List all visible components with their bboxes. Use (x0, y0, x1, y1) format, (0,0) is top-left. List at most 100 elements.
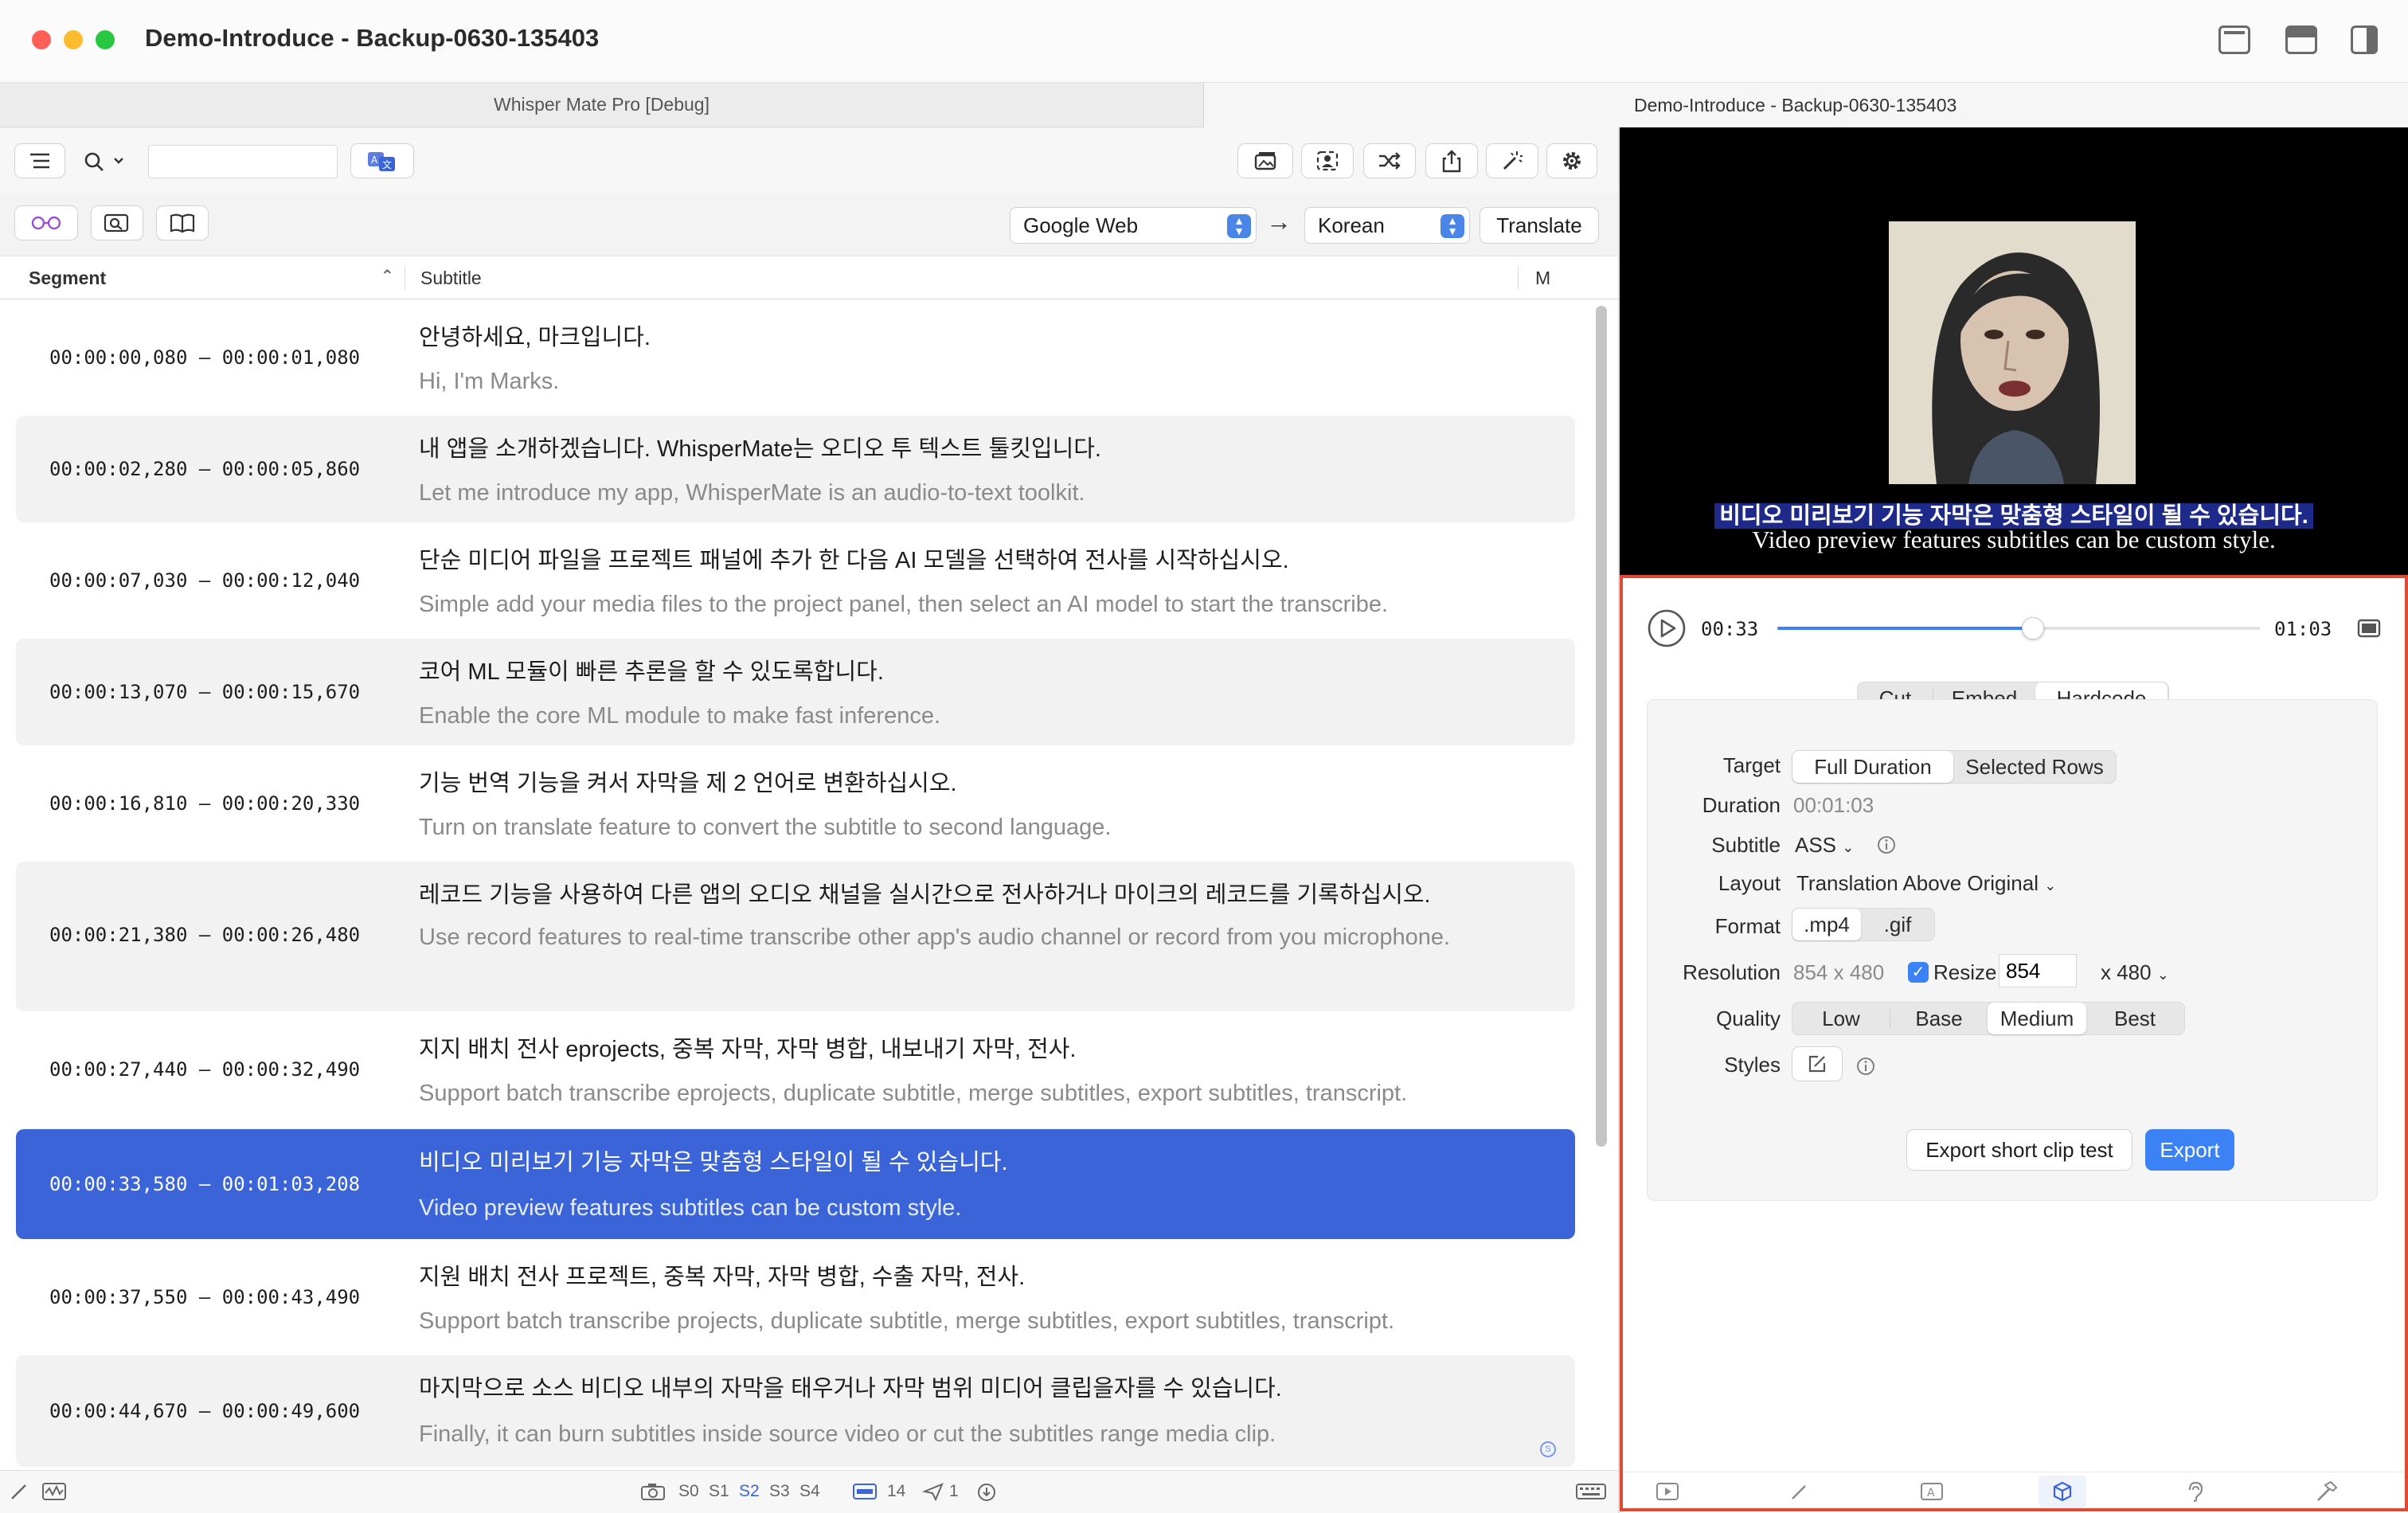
chevron-updown-icon: ▲ ▼ (1440, 214, 1464, 238)
speaker-detect-button[interactable] (1301, 143, 1354, 178)
table-row[interactable]: 00:00:16,810 – 00:00:20,330 기능 번역 기능을 켜서… (16, 750, 1575, 857)
magic-button[interactable] (1486, 143, 1538, 178)
sidebar-toggle-button[interactable] (14, 143, 65, 178)
sidebar-right-icon[interactable] (2351, 25, 2378, 54)
resize-checkbox[interactable]: ✓ (1908, 962, 1929, 983)
zoom-window-button[interactable] (96, 30, 115, 49)
share-button[interactable] (1425, 143, 1478, 178)
seek-slider[interactable] (1777, 617, 2260, 639)
table-row[interactable]: 00:00:13,070 – 00:00:15,670 코어 ML 모듈이 빠른… (16, 639, 1575, 745)
table-scrollbar[interactable] (1596, 306, 1607, 1147)
quality-low[interactable]: Low (1792, 1003, 1890, 1034)
keyboard-icon[interactable] (1575, 1482, 1607, 1501)
table-row[interactable]: 00:00:21,380 – 00:00:26,480 레코드 기능을 사용하여… (16, 862, 1575, 1011)
fullscreen-icon[interactable] (2357, 618, 2381, 639)
table-row[interactable]: 00:00:37,550 – 00:00:43,490 지원 배치 전사 프로젝… (16, 1244, 1575, 1351)
segment-time: 00:00:07,030 – 00:00:12,040 (49, 569, 361, 592)
pencil-icon[interactable] (10, 1482, 29, 1501)
close-window-button[interactable] (32, 30, 51, 49)
table-row[interactable]: 00:00:00,080 – 00:00:01,080 안녕하세요, 마크입니다… (16, 304, 1575, 411)
speaker-filter-s0[interactable]: S0 (678, 1482, 699, 1501)
translate-button[interactable]: Translate (1480, 207, 1599, 244)
text-box-icon: A (1921, 1483, 1943, 1500)
translate-toggle-button[interactable]: A文 (350, 143, 414, 178)
search-input[interactable] (148, 145, 338, 178)
table-row[interactable]: 00:00:44,670 – 00:00:49,600 마지막으로 소스 비디오… (16, 1355, 1575, 1467)
subtitle-format-select[interactable]: ASS ⌄ (1795, 833, 1854, 858)
tab-preview[interactable] (1644, 1476, 1691, 1507)
format-mp4[interactable]: .mp4 (1792, 909, 1861, 940)
translation-engine-select[interactable]: Google Web ▲ ▼ (1010, 207, 1257, 244)
tab-export[interactable] (2039, 1476, 2086, 1507)
target-full-duration[interactable]: Full Duration (1792, 751, 1953, 783)
target-language-value: Korean (1318, 213, 1385, 237)
speaker-filter-s3[interactable]: S3 (769, 1482, 790, 1501)
tab-speech[interactable] (2171, 1476, 2218, 1507)
target-selected-rows[interactable]: Selected Rows (1953, 751, 2116, 783)
layout-select[interactable]: Translation Above Original ⌄ (1796, 871, 2056, 896)
resolution-label: Resolution (1683, 960, 1781, 984)
tab-edit[interactable] (1776, 1476, 1824, 1507)
info-icon[interactable] (1876, 835, 1897, 855)
main-toolbar: A文 (0, 127, 1618, 193)
hammer-icon (2317, 1480, 2338, 1501)
download-circle-icon[interactable] (976, 1482, 997, 1503)
subtitle-original: 단순 미디어 파일을 프로젝트 패널에 추가 한 다음 AI 모델을 선택하여 … (419, 548, 1289, 573)
search-scope-button[interactable] (83, 150, 129, 174)
segment-time: 00:00:27,440 – 00:00:32,490 (49, 1058, 361, 1081)
export-short-clip-test-button[interactable]: Export short clip test (1906, 1129, 2132, 1171)
tab-project[interactable]: Demo-Introduce - Backup-0630-135403 (1204, 83, 2408, 127)
subtitle-translation: Use record features to real-time transcr… (419, 925, 1451, 950)
find-replace-button[interactable] (91, 205, 143, 240)
resize-width-input[interactable] (1999, 954, 2077, 987)
glasses-icon (31, 216, 61, 230)
resize-height-select[interactable]: x 480 ⌄ (2101, 960, 2169, 985)
window-layout-icon[interactable] (2218, 25, 2250, 54)
quality-base[interactable]: Base (1890, 1003, 1988, 1034)
shuffle-button[interactable] (1363, 143, 1416, 178)
column-header-segment[interactable]: Segment (29, 256, 106, 299)
tab-tools[interactable] (2303, 1476, 2351, 1507)
speaker-filter-s2[interactable]: S2 (739, 1482, 760, 1501)
quality-medium[interactable]: Medium (1988, 1003, 2086, 1034)
settings-button[interactable] (1546, 143, 1597, 178)
resize-label: Resize (1933, 960, 1997, 984)
table-row[interactable]: 00:00:02,280 – 00:00:05,860 내 앱을 소개하겠습니다… (16, 416, 1575, 522)
quality-best[interactable]: Best (2086, 1003, 2183, 1034)
panel-top-icon[interactable] (2285, 25, 2317, 54)
speaker-filter-s4[interactable]: S4 (799, 1482, 820, 1501)
target-language-select[interactable]: Korean ▲ ▼ (1304, 207, 1470, 244)
minimize-window-button[interactable] (64, 30, 83, 49)
quality-label: Quality (1716, 1007, 1781, 1030)
book-icon (170, 213, 195, 233)
segment-time: 00:00:37,550 – 00:00:43,490 (49, 1286, 361, 1308)
info-icon[interactable] (1855, 1056, 1876, 1077)
translation-engine-value: Google Web (1023, 213, 1139, 237)
camera-icon[interactable] (640, 1482, 666, 1501)
subtitle-count: 14 (887, 1482, 906, 1500)
format-gif[interactable]: .gif (1861, 909, 1934, 940)
column-header-subtitle[interactable]: Subtitle (420, 256, 482, 299)
player-controls: 00:33 01:03 (1647, 605, 2395, 651)
tab-whisper-mate[interactable]: Whisper Mate Pro [Debug] (0, 83, 1204, 127)
dictionary-button[interactable] (156, 205, 209, 240)
table-row-selected[interactable]: 00:00:33,580 – 00:01:03,208 비디오 미리보기 기능 … (16, 1129, 1575, 1239)
edit-styles-button[interactable] (1792, 1046, 1843, 1081)
subtitle-translation: Enable the core ML module to make fast i… (419, 703, 941, 729)
tab-text-style[interactable]: A (1908, 1476, 1956, 1507)
export-button[interactable]: Export (2145, 1129, 2234, 1171)
speaker-filter-s1[interactable]: S1 (709, 1482, 729, 1501)
play-icon[interactable] (1647, 608, 1687, 648)
media-import-button[interactable] (1237, 143, 1293, 178)
quality-segmented: Low Base Medium Best (1792, 1002, 2185, 1035)
column-header-m[interactable]: M (1535, 256, 1550, 299)
table-row[interactable]: 00:00:27,440 – 00:00:32,490 지지 배치 전사 epr… (16, 1016, 1575, 1123)
sent-count: 1 (949, 1482, 959, 1500)
waveform-icon[interactable] (41, 1482, 67, 1501)
preview-subtitle-translation: Video preview features subtitles can be … (1752, 526, 2276, 553)
table-row[interactable]: 00:00:07,030 – 00:00:12,040 단순 미디어 파일을 프… (16, 527, 1575, 634)
play-square-icon (1656, 1483, 1679, 1500)
view-mode-button[interactable] (14, 205, 78, 240)
speaker-badge-icon: S (1540, 1441, 1556, 1457)
seek-knob[interactable] (2022, 617, 2045, 639)
